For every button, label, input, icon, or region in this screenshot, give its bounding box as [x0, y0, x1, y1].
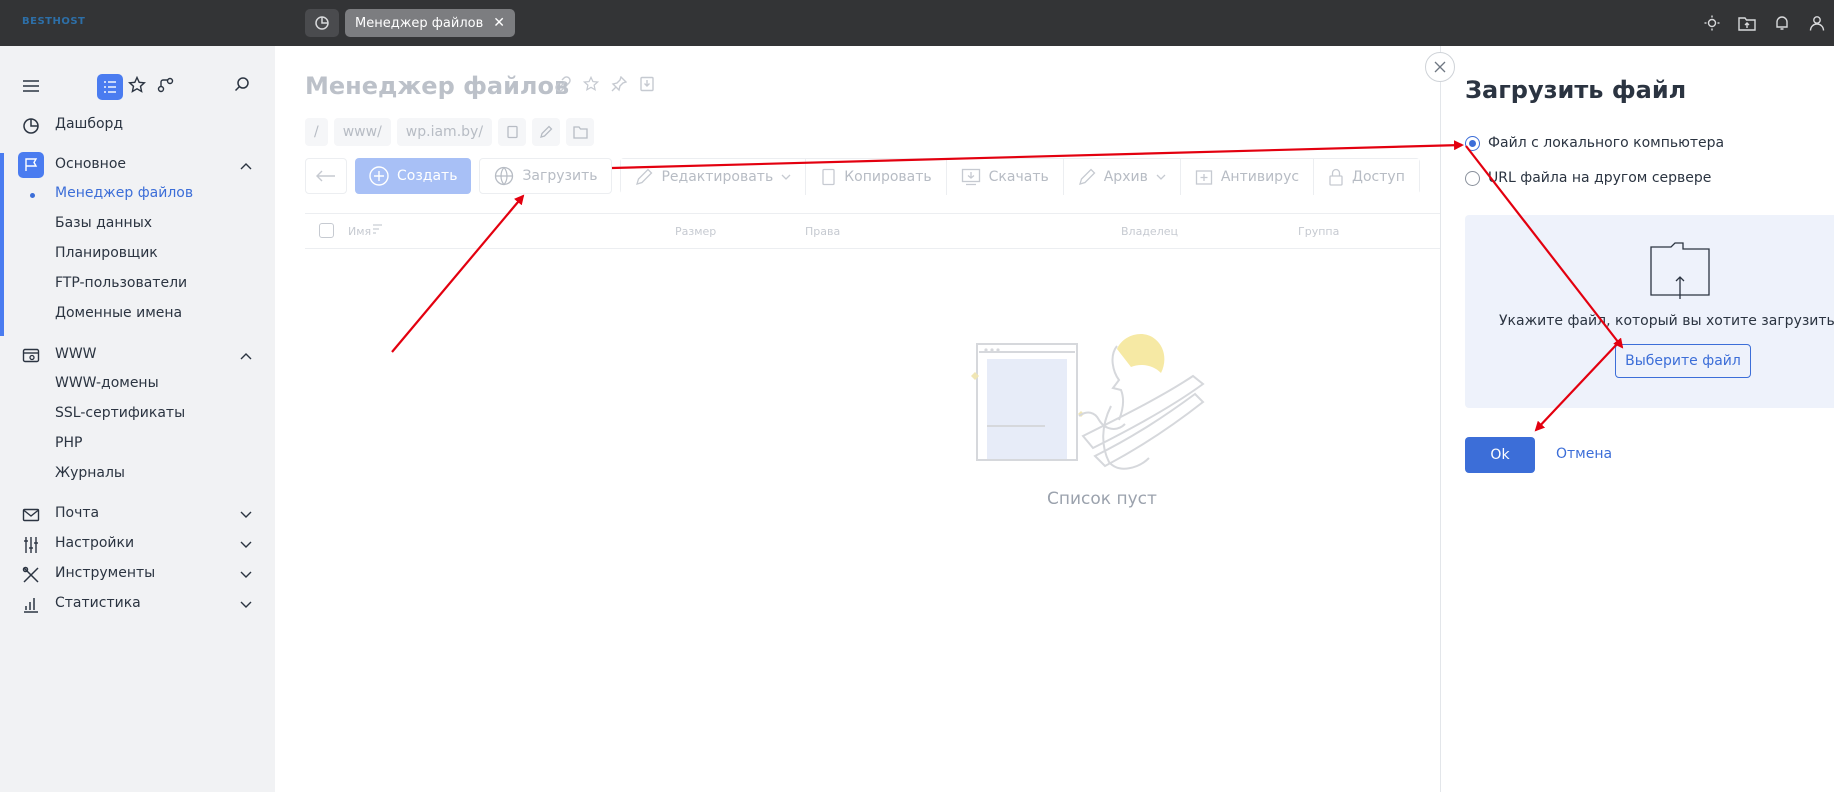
menu-list-icon[interactable] [97, 74, 123, 100]
sidebar-item-databases[interactable]: Базы данных [55, 215, 152, 231]
upload-folder-icon[interactable] [1729, 0, 1764, 46]
sidebar-item-dashboard[interactable]: Дашборд [0, 110, 275, 140]
sidebar-item-label: Дашборд [55, 116, 124, 132]
favorites-star-icon[interactable] [127, 75, 147, 98]
close-tab-icon[interactable]: ✕ [493, 16, 505, 30]
tools-icon [22, 566, 40, 584]
upload-file-dialog: Загрузить файл Файл с локального компьют… [1440, 46, 1834, 792]
www-settings-icon [22, 347, 40, 365]
mail-envelope-icon [22, 506, 40, 524]
choose-file-button[interactable]: Выберите файл [1615, 344, 1751, 378]
chevron-down-icon [240, 567, 252, 583]
search-icon[interactable] [234, 76, 251, 97]
sidebar-section-tools[interactable]: Инструменты [0, 559, 275, 589]
sidebar-section-main[interactable]: Основное [0, 150, 275, 180]
sidebar-item-domain-names[interactable]: Доменные имена [55, 305, 182, 321]
radio-url-file[interactable]: URL файла на другом сервере [1465, 170, 1711, 186]
sidebar-section-settings[interactable]: Настройки [0, 529, 275, 559]
chevron-down-icon [240, 597, 252, 613]
tab-label: Менеджер файлов [355, 15, 484, 31]
sliders-icon [22, 536, 40, 554]
dialog-title: Загрузить файл [1465, 76, 1687, 104]
workflow-icon[interactable] [157, 76, 175, 98]
active-section-bar [0, 153, 4, 336]
theme-sun-icon[interactable] [1694, 0, 1729, 46]
active-item-dot [30, 193, 35, 198]
radio-url-file-button[interactable] [1465, 170, 1480, 186]
menu-burger-icon[interactable] [22, 78, 40, 98]
empty-state-illustration [971, 334, 1205, 470]
section-label: Основное [55, 156, 127, 172]
radio-url-file-label: URL файла на другом сервере [1488, 170, 1712, 186]
sidebar-section-mail[interactable]: Почта [0, 499, 275, 529]
dashboard-tab-icon[interactable] [305, 9, 339, 37]
statistics-bars-icon [22, 596, 40, 614]
tab-file-manager[interactable]: Менеджер файлов ✕ [345, 9, 515, 37]
cancel-button[interactable]: Отмена [1556, 446, 1612, 462]
chevron-up-icon [240, 348, 252, 364]
close-dialog-button[interactable] [1425, 52, 1455, 82]
section-label: Инструменты [55, 565, 156, 581]
sidebar: Дашборд Основное Менеджер файлов Базы да… [0, 46, 275, 792]
chevron-down-icon [240, 537, 252, 553]
ok-button[interactable]: Ok [1465, 437, 1535, 473]
folder-upload-icon [1650, 242, 1710, 299]
radio-local-file-button[interactable] [1465, 135, 1480, 151]
sidebar-item-logs[interactable]: Журналы [55, 465, 125, 481]
file-drop-zone[interactable]: Укажите файл, который вы хотите загрузит… [1465, 215, 1834, 408]
top-bar: BESTHOST Менеджер файлов ✕ [0, 0, 1834, 46]
chevron-down-icon [240, 507, 252, 523]
section-label: Почта [55, 505, 100, 521]
sidebar-item-ftp-users[interactable]: FTP-пользователи [55, 275, 187, 291]
radio-local-file-label: Файл с локального компьютера [1488, 135, 1725, 151]
logo: BESTHOST [22, 16, 86, 27]
radio-local-file[interactable]: Файл с локального компьютера [1465, 135, 1724, 151]
sidebar-section-www[interactable]: WWW [0, 340, 275, 370]
chevron-up-icon [240, 158, 252, 174]
section-label: WWW [55, 346, 97, 362]
close-icon [1434, 61, 1446, 73]
main-content: Менеджер файлов / www/ wp.iam.by/ Создат… [275, 46, 1440, 792]
sidebar-item-www-domains[interactable]: WWW-домены [55, 375, 159, 391]
empty-list-text: Список пуст [1047, 489, 1157, 509]
user-icon[interactable] [1799, 0, 1834, 46]
drop-zone-text: Укажите файл, который вы хотите загрузит… [1499, 313, 1834, 329]
sidebar-item-php[interactable]: PHP [55, 435, 82, 451]
notifications-bell-icon[interactable] [1764, 0, 1799, 46]
sidebar-item-file-manager[interactable]: Менеджер файлов [55, 185, 193, 201]
section-label: Настройки [55, 535, 135, 551]
dashboard-icon [22, 117, 40, 135]
sidebar-item-scheduler[interactable]: Планировщик [55, 245, 158, 261]
sidebar-section-statistics[interactable]: Статистика [0, 589, 275, 619]
section-label: Статистика [55, 595, 141, 611]
sidebar-item-ssl[interactable]: SSL-сертификаты [55, 405, 185, 421]
